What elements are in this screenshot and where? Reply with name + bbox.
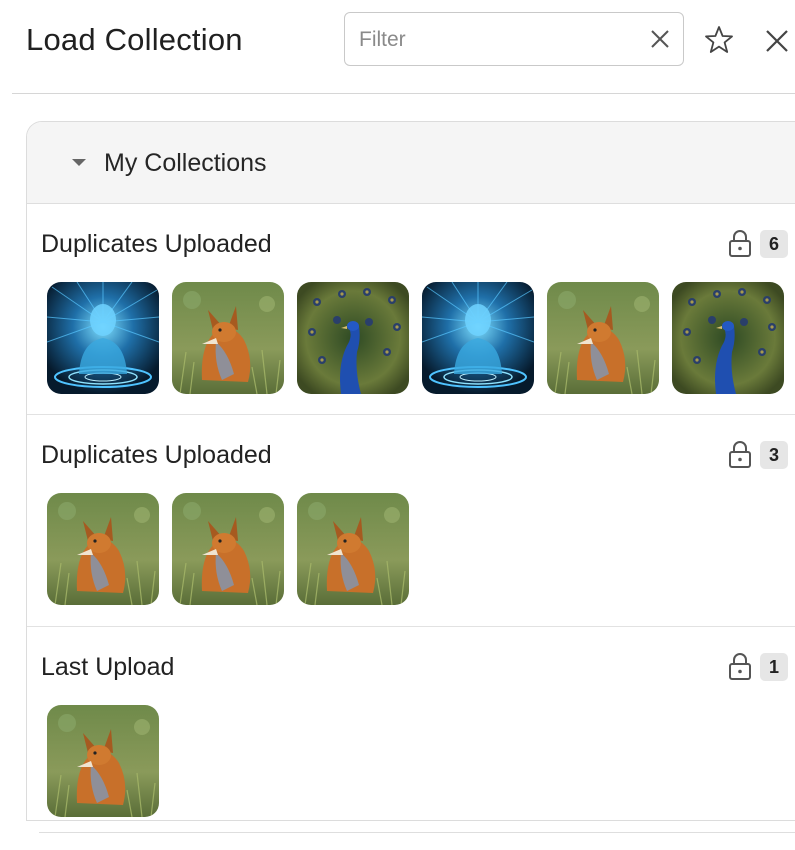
dialog-header: Load Collection: [0, 0, 795, 94]
item-count-badge: 3: [760, 441, 788, 469]
thumbnail-strip: [47, 282, 784, 394]
dialog-title: Load Collection: [26, 22, 243, 57]
close-icon: [766, 30, 788, 52]
collections-panel: My Collections Duplicates Uploaded 6 Dup…: [26, 121, 795, 821]
collection-item[interactable]: Duplicates Uploaded 3: [27, 415, 795, 627]
thumbnail-strip: [47, 705, 159, 817]
caret-down-icon: [72, 159, 86, 166]
thumbnail-peacock: [672, 282, 784, 394]
my-collections-toggle[interactable]: My Collections: [27, 122, 795, 204]
panel-title: My Collections: [104, 149, 267, 177]
star-icon: [705, 26, 733, 53]
thumbnail-fox: [297, 493, 409, 605]
bottom-divider: [39, 832, 795, 833]
thumbnail-fox: [172, 493, 284, 605]
collection-name: Last Upload: [41, 653, 175, 681]
lock-icon: [729, 230, 751, 257]
thumbnail-fox: [172, 282, 284, 394]
lock-icon: [729, 653, 751, 680]
thumbnail-cyber-figure: [422, 282, 534, 394]
thumbnail-strip: [47, 493, 409, 605]
thumbnail-fox: [547, 282, 659, 394]
favorite-button[interactable]: [703, 24, 735, 56]
collection-name: Duplicates Uploaded: [41, 230, 272, 258]
filter-field[interactable]: [344, 12, 684, 66]
collection-item[interactable]: Last Upload 1: [27, 627, 795, 821]
close-dialog-button[interactable]: [762, 26, 792, 56]
thumbnail-peacock: [297, 282, 409, 394]
thumbnail-fox: [47, 493, 159, 605]
clear-filter-button[interactable]: [647, 26, 673, 52]
item-count-badge: 6: [760, 230, 788, 258]
thumbnail-fox: [47, 705, 159, 817]
item-count-badge: 1: [760, 653, 788, 681]
collection-name: Duplicates Uploaded: [41, 441, 272, 469]
close-icon: [651, 30, 669, 48]
header-divider: [12, 93, 795, 94]
lock-icon: [729, 441, 751, 468]
collection-item[interactable]: Duplicates Uploaded 6: [27, 204, 795, 415]
thumbnail-cyber-figure: [47, 282, 159, 394]
filter-input[interactable]: [357, 23, 631, 57]
